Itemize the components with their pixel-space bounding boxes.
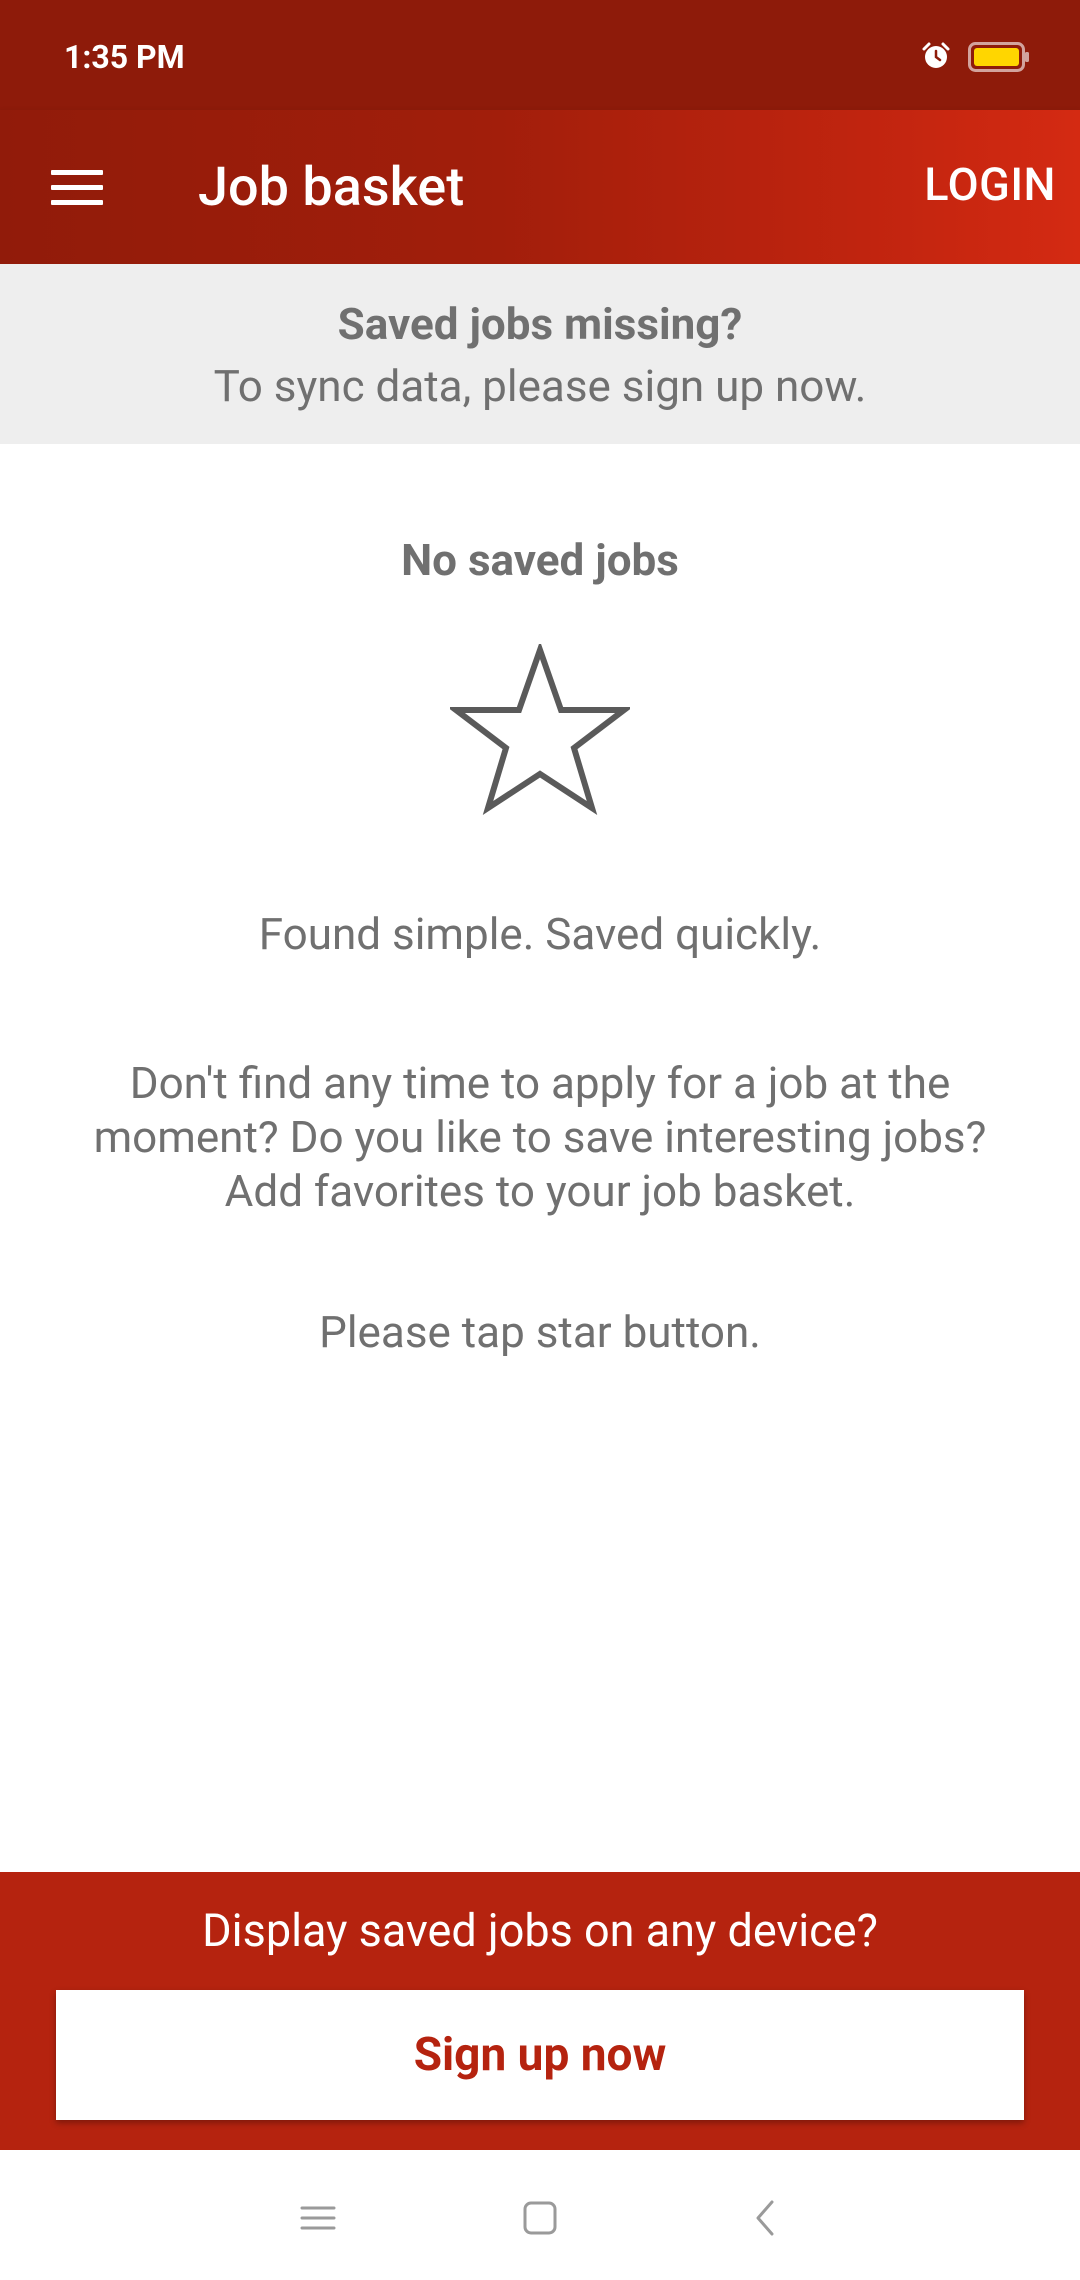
signup-prompt: Display saved jobs on any device?	[202, 1904, 878, 1957]
status-bar: 1:35 PM	[0, 0, 1080, 110]
home-icon[interactable]	[520, 2198, 560, 2238]
battery-icon	[968, 42, 1029, 72]
empty-state-hint: Please tap star button.	[319, 1306, 761, 1358]
star-outline-icon	[450, 644, 630, 816]
sign-up-button[interactable]: Sign up now	[56, 1990, 1024, 2120]
sync-banner-subtitle: To sync data, please sign up now.	[213, 360, 867, 412]
recents-icon[interactable]	[298, 2198, 338, 2238]
menu-line	[51, 169, 103, 175]
menu-line	[51, 184, 103, 190]
login-button[interactable]: LOGIN	[924, 158, 1056, 211]
sync-banner[interactable]: Saved jobs missing? To sync data, please…	[0, 264, 1080, 444]
app-bar: Job basket LOGIN	[0, 110, 1080, 264]
sync-banner-title: Saved jobs missing?	[337, 298, 743, 350]
menu-icon[interactable]	[30, 150, 124, 224]
page-title: Job basket	[198, 156, 465, 219]
menu-line	[51, 199, 103, 205]
empty-state-title: No saved jobs	[401, 534, 679, 586]
signup-panel: Display saved jobs on any device? Sign u…	[0, 1872, 1080, 2150]
status-time: 1:35 PM	[64, 38, 185, 76]
back-icon[interactable]	[746, 2198, 786, 2238]
alarm-icon	[922, 42, 950, 68]
empty-state-description: Don't find any time to apply for a job a…	[93, 1057, 987, 1217]
empty-state-tagline: Found simple. Saved quickly.	[258, 908, 822, 960]
system-nav-bar	[0, 2150, 1080, 2280]
